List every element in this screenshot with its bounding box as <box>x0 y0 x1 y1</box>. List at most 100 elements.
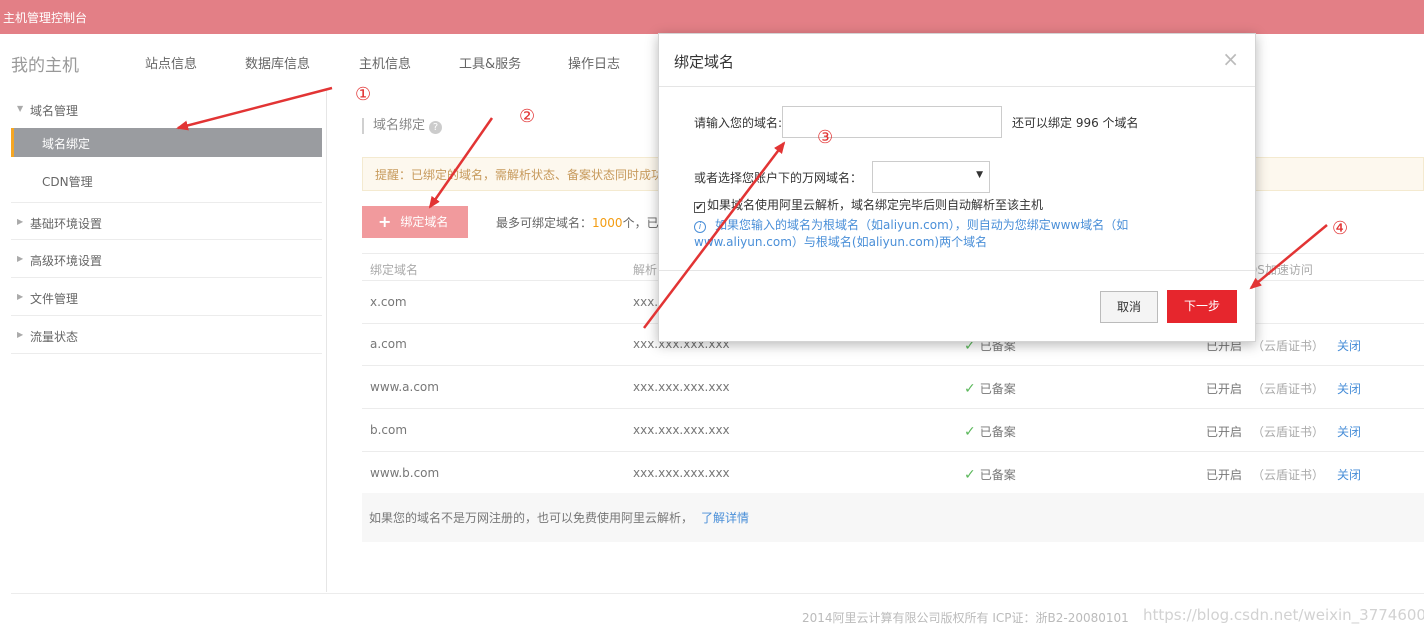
copyright: 2014阿里云计算有限公司版权所有 ICP证：浙B2-20080101 <box>802 611 1129 625</box>
sidebar-group-advanced-env[interactable]: ▶ 高级环境设置 <box>11 240 322 278</box>
cell-icp: ✓ 已备案 <box>964 423 1016 440</box>
domain-limit: 最多可绑定域名：1000个，已 <box>496 214 659 231</box>
sidebar-item-domain-binding[interactable]: 域名绑定 <box>11 128 322 157</box>
plus-icon: + <box>378 212 392 231</box>
brand-title: 我的主机 <box>11 56 79 76</box>
cell-domain: b.com <box>370 423 408 437</box>
dns-tip-text: 如果您的域名不是万网注册的，也可以免费使用阿里云解析， <box>369 511 694 525</box>
nav-item-tools-services[interactable]: 工具&服务 <box>459 53 521 72</box>
cell-https: 已开启 <box>1206 425 1243 439</box>
bind-domain-button[interactable]: + 绑定域名 <box>362 206 468 238</box>
dialog-header-divider <box>659 86 1255 87</box>
cell-icp: ✓ 已备案 <box>964 380 1016 397</box>
column-header-resolve: 解析 <box>633 263 658 277</box>
auto-resolve-checkbox[interactable]: ✔ <box>694 202 705 213</box>
sidebar-group-label: 域名管理 <box>30 104 79 118</box>
check-icon: ✓ <box>964 467 976 483</box>
table-row: www.b.com xxx.xxx.xxx.xxx ✓ 已备案 已开启 （云盾证书… <box>362 452 1424 495</box>
cell-ip: xxx. <box>633 295 659 309</box>
cell-domain: a.com <box>370 337 407 351</box>
sidebar-group-traffic-status[interactable]: ▶ 流量状态 <box>11 316 322 354</box>
limit-count: 1000 <box>592 216 623 230</box>
next-step-button[interactable]: 下一步 <box>1167 290 1237 323</box>
domain-input-label: 请输入您的域名: <box>694 116 783 130</box>
sidebar-group-file-management[interactable]: ▶ 文件管理 <box>11 278 322 316</box>
dialog-title: 绑定域名 <box>674 53 735 71</box>
app-title: 主机管理控制台 <box>3 11 88 25</box>
icp-status: 已备案 <box>979 425 1016 439</box>
icp-status: 已备案 <box>979 382 1016 396</box>
limit-prefix: 最多可绑定域名： <box>496 216 593 230</box>
dns-tip: 如果您的域名不是万网注册的，也可以免费使用阿里云解析， 了解详情 <box>362 493 1424 542</box>
app-title-bar: 主机管理控制台 <box>0 0 1424 34</box>
icp-status: 已备案 <box>979 468 1016 482</box>
domain-input[interactable] <box>782 106 1002 138</box>
sidebar-group-basic-env[interactable]: ▶ 基础环境设置 <box>11 202 322 240</box>
table-row: b.com xxx.xxx.xxx.xxx ✓ 已备案 已开启 （云盾证书） 关闭 <box>362 409 1424 452</box>
watermark: https://blog.csdn.net/weixin_37746009 <box>1143 606 1424 624</box>
cell-domain: x.com <box>370 295 407 309</box>
cell-cert: （云盾证书） <box>1252 468 1325 482</box>
remaining-count: 还可以绑定 996 个域名 <box>1012 116 1139 130</box>
cell-icp: ✓ 已备案 <box>964 466 1016 483</box>
info-text: 如果您输入的域名为根域名（如aliyun.com），则自动为您绑定www域名（如… <box>694 218 1129 249</box>
breadcrumb: 域名绑定? <box>362 118 443 134</box>
cell-https: 已开启 <box>1206 382 1243 396</box>
cell-domain: www.b.com <box>370 466 440 480</box>
step-marker-3: ③ <box>817 127 834 148</box>
sidebar-group-label: 高级环境设置 <box>30 254 103 268</box>
step-marker-2: ② <box>519 106 536 127</box>
nav-item-database-info[interactable]: 数据库信息 <box>245 53 310 72</box>
close-https-link[interactable]: 关闭 <box>1337 380 1361 397</box>
caret-right-icon: ▶ <box>17 217 24 226</box>
limit-suffix: 个，已 <box>622 216 659 230</box>
check-icon: ✓ <box>964 424 976 440</box>
cell-domain: www.a.com <box>370 380 439 394</box>
bind-domain-dialog: 绑定域名 × 请输入您的域名: 还可以绑定 996 个域名 或者选择您账户下的万… <box>658 33 1256 342</box>
info-icon: i <box>694 221 706 233</box>
nav-item-operation-log[interactable]: 操作日志 <box>568 53 620 72</box>
sidebar-group-label: 流量状态 <box>30 330 79 344</box>
nav-item-site-info[interactable]: 站点信息 <box>145 53 197 72</box>
learn-more-link[interactable]: 了解详情 <box>701 511 749 525</box>
cell-ip: xxx.xxx.xxx.xxx <box>633 466 730 480</box>
page-title: 域名绑定 <box>373 118 426 133</box>
info-tip: i 如果您输入的域名为根域名（如aliyun.com），则自动为您绑定www域名（… <box>694 217 1144 251</box>
sidebar-item-cdn-management[interactable]: CDN管理 <box>42 173 93 190</box>
close-https-link[interactable]: 关闭 <box>1337 423 1361 440</box>
sidebar-group-domain-management[interactable]: ▼ 域名管理 <box>11 90 322 128</box>
check-icon: ✓ <box>964 381 976 397</box>
close-https-link[interactable]: 关闭 <box>1337 466 1361 483</box>
nav-item-host-info[interactable]: 主机信息 <box>359 53 411 72</box>
sidebar-group-label: 基础环境设置 <box>30 217 103 231</box>
dialog-footer-divider <box>659 270 1255 271</box>
close-https-link[interactable]: 关闭 <box>1337 337 1361 354</box>
select-domain-label: 或者选择您账户下的万网域名： <box>694 171 863 185</box>
column-header-https: DS加速访问 <box>1248 263 1313 277</box>
cell-https: 已开启 <box>1206 468 1243 482</box>
wanwang-domain-select[interactable]: ▼ <box>872 161 990 193</box>
sidebar-group-label: 文件管理 <box>30 292 79 306</box>
sidebar-item-label: 域名绑定 <box>42 137 91 151</box>
cell-cert: （云盾证书） <box>1252 382 1325 396</box>
step-marker-4: ④ <box>1332 218 1349 239</box>
auto-resolve-option[interactable]: ✔ 如果域名使用阿里云解析，域名绑定完毕后则自动解析至该主机 <box>694 196 1043 213</box>
bind-domain-label: 绑定域名 <box>400 215 449 229</box>
cell-cert: （云盾证书） <box>1252 425 1325 439</box>
caret-right-icon: ▶ <box>17 330 24 339</box>
sidebar: ▼ 域名管理 域名绑定 CDN管理 ▶ 基础环境设置 ▶ 高级环境设置 ▶ 文件… <box>11 90 327 592</box>
checkbox-label: 如果域名使用阿里云解析，域名绑定完毕后则自动解析至该主机 <box>707 198 1044 212</box>
cancel-button[interactable]: 取消 <box>1100 291 1158 323</box>
footer-divider <box>11 593 1424 594</box>
caret-right-icon: ▶ <box>17 254 24 263</box>
table-row: www.a.com xxx.xxx.xxx.xxx ✓ 已备案 已开启 （云盾证书… <box>362 366 1424 409</box>
column-header-domain: 绑定域名 <box>370 263 419 277</box>
step-marker-1: ① <box>355 84 372 105</box>
help-icon[interactable]: ? <box>429 121 443 134</box>
cell-ip: xxx.xxx.xxx.xxx <box>633 423 730 437</box>
cell-ip: xxx.xxx.xxx.xxx <box>633 380 730 394</box>
cell-cert: （云盾证书） <box>1252 339 1325 353</box>
close-icon[interactable]: × <box>1222 47 1239 71</box>
caret-down-icon: ▼ <box>17 104 24 113</box>
caret-right-icon: ▶ <box>17 292 24 301</box>
